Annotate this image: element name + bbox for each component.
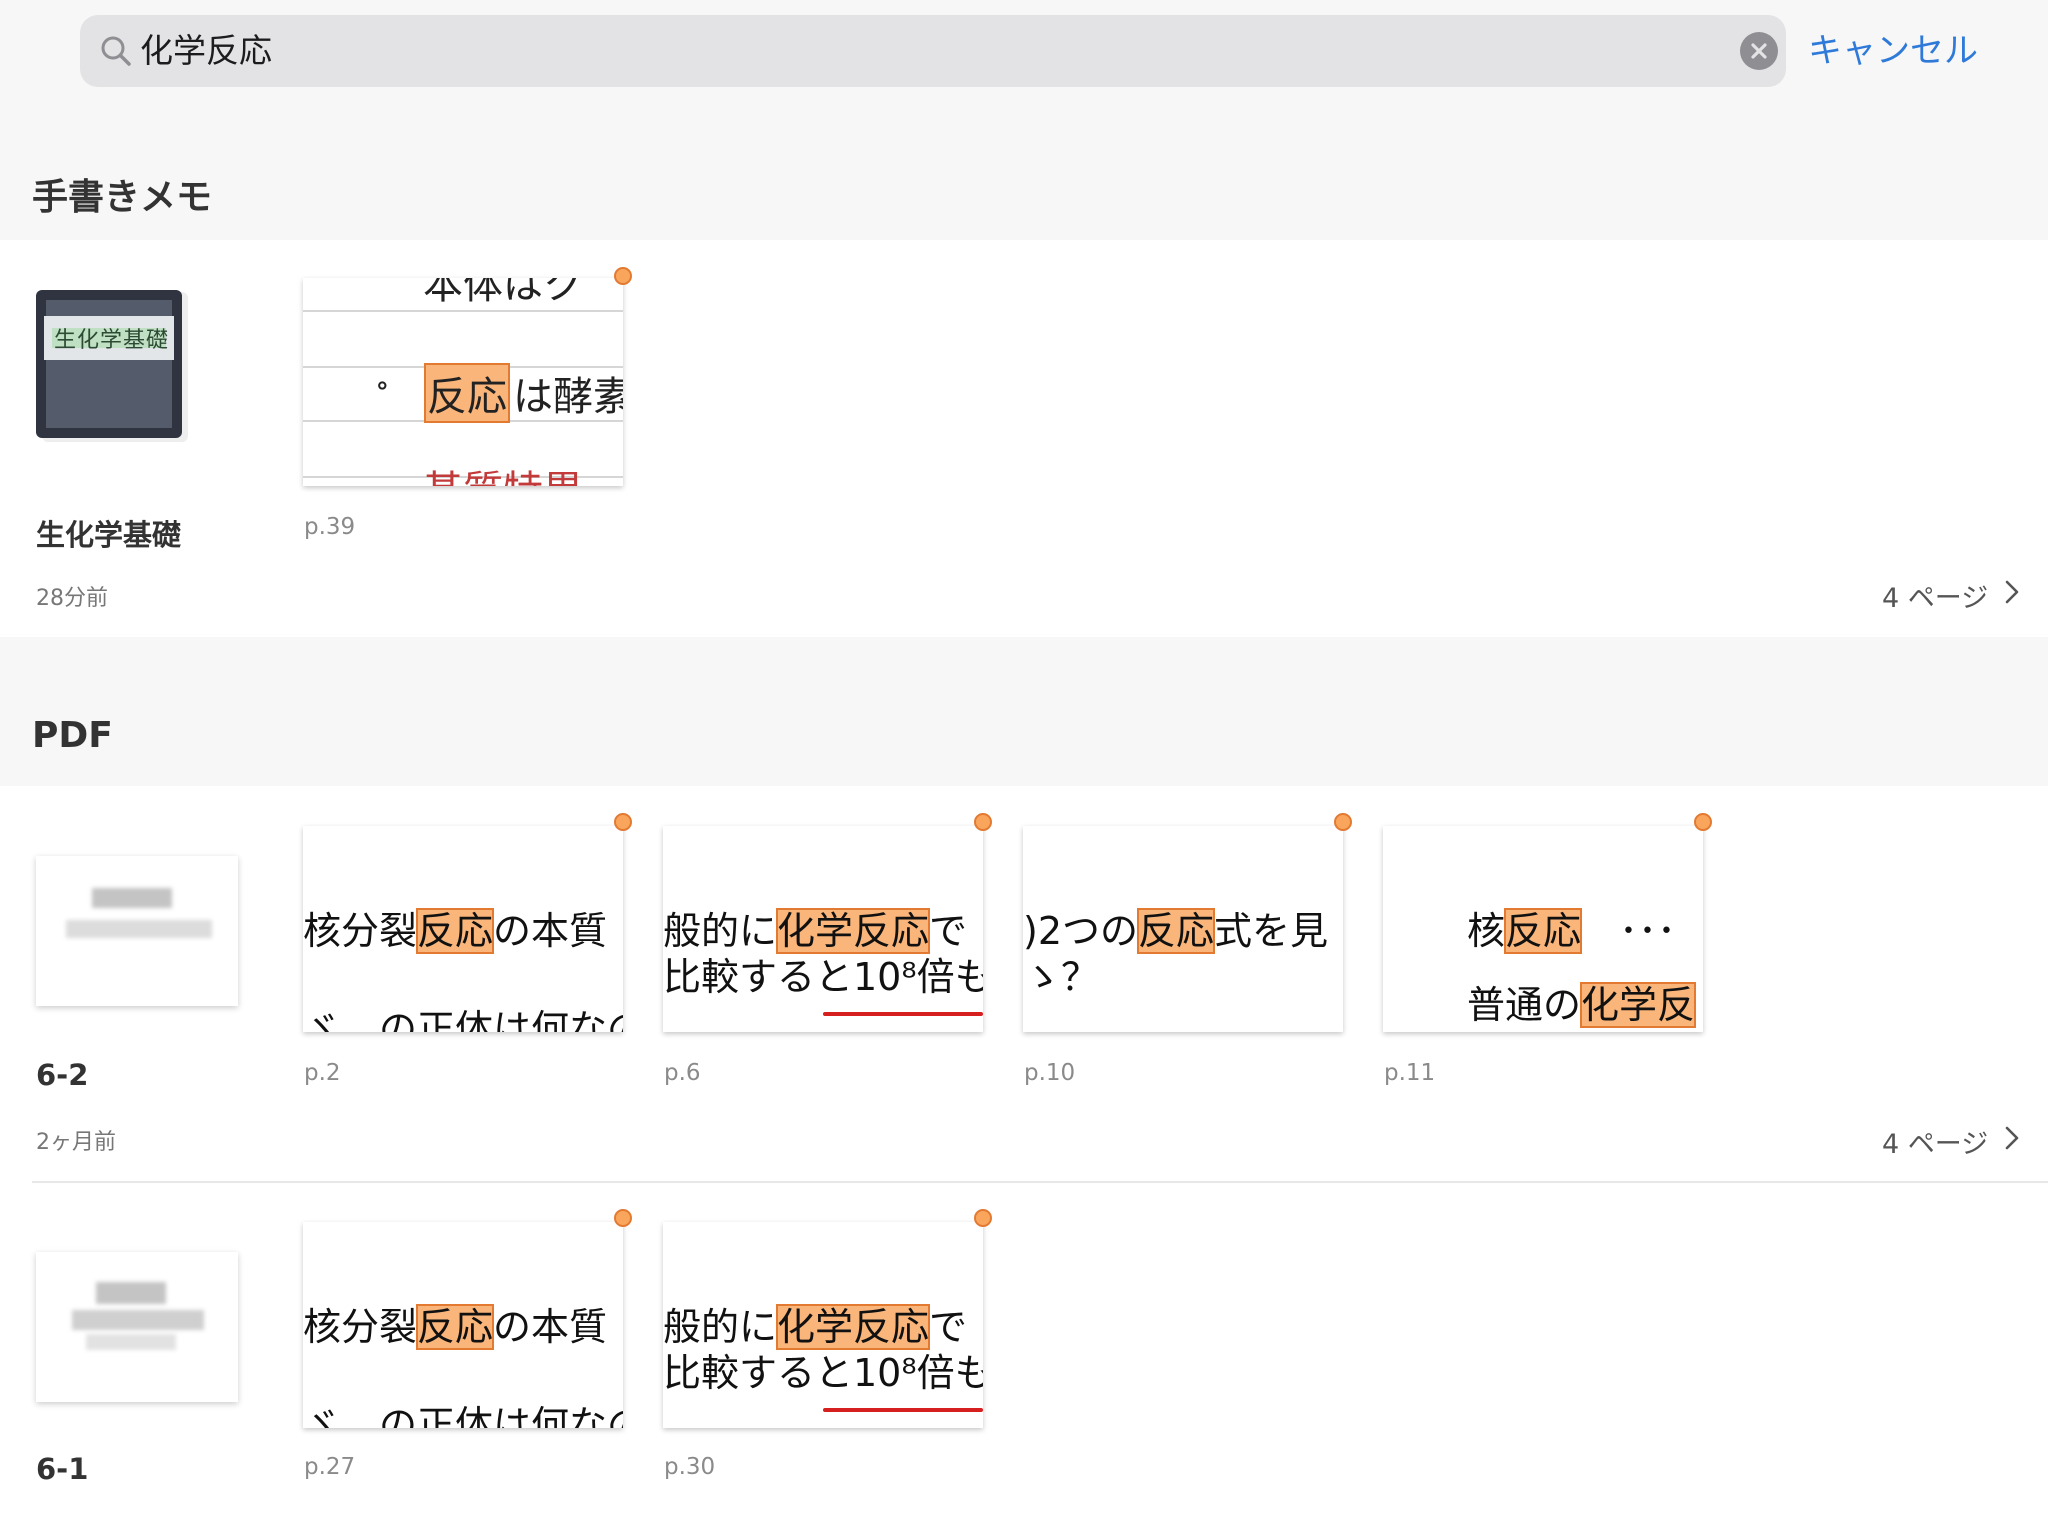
hit-marker-dot [614,267,632,285]
hit-marker-dot [1694,813,1712,831]
handwritten-results-panel: 生化学基礎 生化学基礎 28分前 本体はク ∘ 反応 は酵素 基質特異 p.39… [0,240,2048,637]
page-label: p.10 [1024,1060,1076,1086]
clear-search-button[interactable] [1740,32,1778,70]
red-underline [823,1408,983,1412]
page-label: p.30 [664,1454,716,1480]
page-text-line: 核分裂反応の本質 [303,908,608,954]
more-pages-link[interactable]: 4 ページ [1882,576,1988,615]
hit-marker-dot [614,813,632,831]
page-text-line: 比較すると10⁸倍も [663,955,983,999]
hit-marker-dot [974,813,992,831]
page-thumbnail[interactable]: 核反応 ･･･ 普通の化学反 [1383,826,1703,1032]
page-text-line: 核分裂反応の本質 [303,1304,608,1350]
hit-marker-dot [614,1209,632,1227]
handwritten-line: 基質特異 [423,458,583,486]
handwritten-line: 本体はク [423,278,583,308]
page-label: p.11 [1384,1060,1436,1086]
page-label: p.39 [304,514,356,540]
pdf-doc-time: 2ヶ月前 [36,1130,116,1155]
pdf-results-panel: 6-2 2ヶ月前 核分裂反応の本質 ゞ、の正体は何なの p.2 般的に化学反応で… [0,786,2048,1519]
search-hit-highlight: 反応 [424,363,510,423]
page-text-line: ゝ？ [1023,955,1100,999]
notebook-time: 28分前 [36,586,108,611]
page-thumbnail[interactable]: 般的に化学反応で 比較すると10⁸倍も [663,1222,983,1428]
search-hit-highlight: 化学反 [1580,982,1697,1028]
bullet: ∘ [375,368,390,403]
hit-marker-dot [1334,813,1352,831]
page-text-line: )2つの反応式を見 [1023,908,1329,954]
page-thumbnail[interactable]: )2つの反応式を見 ゝ？ [1023,826,1343,1032]
section-title-pdf: PDF [32,715,113,756]
chevron-right-icon[interactable] [1998,1124,2026,1152]
pdf-cover[interactable] [36,1252,238,1402]
chevron-right-icon[interactable] [1998,578,2026,606]
page-text-line: 普通の化学反 [1467,982,1697,1028]
cancel-button[interactable]: キャンセル [1808,15,1978,87]
pdf-doc-name[interactable]: 6-1 [36,1452,88,1486]
page-text-line: ゞ、の正体は何なの [303,1403,623,1428]
page-thumbnail[interactable]: 本体はク ∘ 反応 は酵素 基質特異 [303,278,623,486]
more-pages-link[interactable]: 4 ページ [1882,1122,1988,1161]
pdf-doc-name[interactable]: 6-2 [36,1058,88,1092]
page-label: p.2 [304,1060,341,1086]
search-field[interactable]: 化学反応 [80,15,1786,87]
page-thumbnail[interactable]: 核分裂反応の本質 ゞ、の正体は何なの [303,826,623,1032]
search-hit-highlight: 反応 [1137,908,1216,954]
search-hit-highlight: 化学反応 [776,1304,931,1350]
notebook-cover-label: 生化学基礎 [54,328,170,353]
page-text-line: 般的に化学反応で [663,1304,968,1350]
page-label: p.6 [664,1060,701,1086]
page-label: p.27 [304,1454,356,1480]
clear-icon [1751,43,1767,59]
page-text-line: 般的に化学反応で [663,908,968,954]
notebook-name[interactable]: 生化学基礎 [36,512,181,554]
page-text-line: ゞ、の正体は何なの [303,1007,623,1032]
search-hit-highlight: 反応 [416,1304,495,1350]
page-thumbnail[interactable]: 核分裂反応の本質 ゞ、の正体は何なの [303,1222,623,1428]
divider [32,1181,2048,1183]
search-icon [101,36,131,66]
search-hit-highlight: 化学反応 [776,908,931,954]
page-thumbnail[interactable]: 般的に化学反応で 比較すると10⁸倍も [663,826,983,1032]
search-hit-highlight: 反応 [416,908,495,954]
search-hit-highlight: 反応 [1504,908,1583,954]
red-underline [823,1012,983,1016]
notebook-cover[interactable]: 生化学基礎 [36,290,188,442]
search-input[interactable]: 化学反応 [140,15,272,87]
pdf-cover[interactable] [36,856,238,1006]
page-text-line: 比較すると10⁸倍も [663,1351,983,1395]
hit-marker-dot [974,1209,992,1227]
search-header: 化学反応 キャンセル [0,0,2048,100]
page-text-line: 核反応 ･･･ [1467,908,1677,954]
handwritten-line: は酵素 [513,374,623,420]
section-title-handwritten: 手書きメモ [32,177,213,218]
